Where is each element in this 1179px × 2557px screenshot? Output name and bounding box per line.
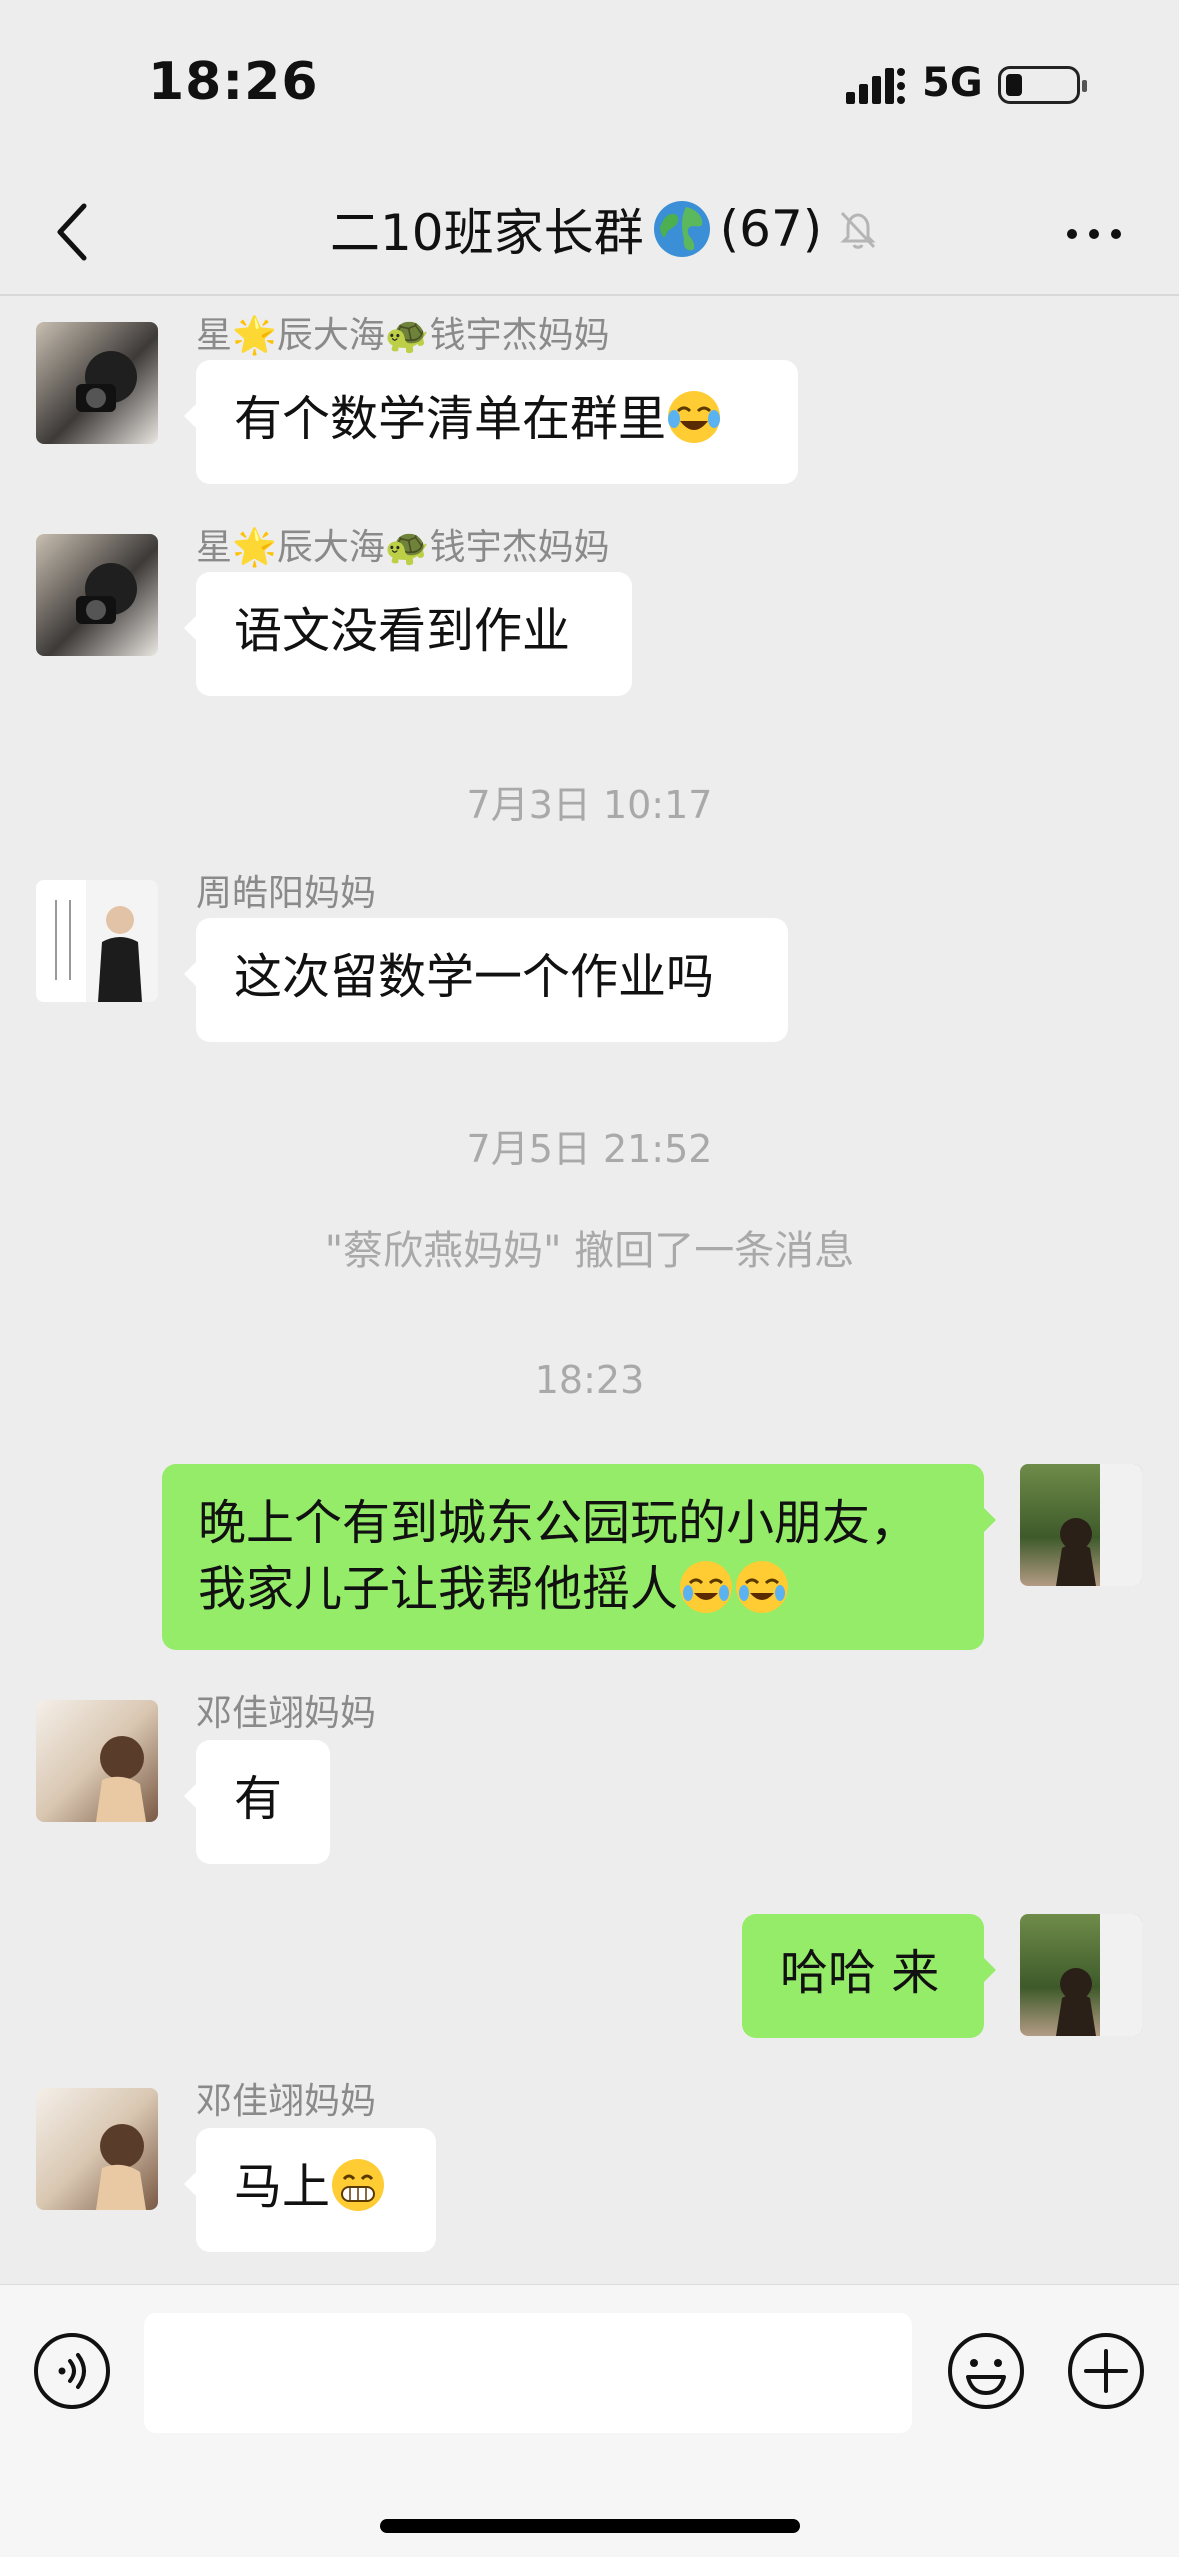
message-text: 马上 (234, 2159, 331, 2215)
message-input[interactable] (144, 2313, 912, 2433)
recall-notice: "蔡欣燕妈妈" 撤回了一条消息 (324, 1228, 855, 1274)
globe-icon (653, 201, 710, 257)
my-avatar[interactable] (1020, 1464, 1142, 1586)
avatar[interactable] (36, 2088, 158, 2210)
chevron-left-icon[interactable] (44, 200, 104, 264)
header-divider (0, 294, 1179, 296)
sender-name: 星🌟辰大海🐢钱宇杰妈妈 (196, 315, 610, 356)
avatar[interactable] (36, 1700, 158, 1822)
timestamp: 18:23 (534, 1358, 645, 1402)
chat-title-group: 二10班家长群 (67) (330, 194, 880, 264)
sender-name: 星🌟辰大海🐢钱宇杰妈妈 (196, 527, 610, 568)
voice-icon[interactable] (32, 2331, 112, 2411)
network-type: 5G (922, 60, 983, 106)
message-bubble[interactable]: 有 (184, 1740, 330, 1864)
plus-icon[interactable] (1066, 2331, 1146, 2411)
tears-of-joy-emoji-icon (668, 391, 721, 443)
signal-icon (846, 68, 905, 104)
message-bubble[interactable]: 哈哈 来 (742, 1914, 996, 2038)
crying-laughing-emoji-icon (680, 1561, 733, 1613)
home-indicator (380, 2519, 800, 2533)
message-bubble[interactable]: 这次留数学一个作业吗 (184, 918, 788, 1042)
member-count: (67) (719, 200, 823, 258)
chat-title: 二10班家长群 (330, 204, 644, 262)
message-text: 晚上个有到城东公园玩的小朋友，我家儿子让我帮他摇人 (198, 1495, 919, 1617)
message-bubble[interactable]: 语文没看到作业 (184, 572, 632, 696)
message-text: 有个数学清单在群里 (234, 391, 667, 447)
crying-laughing-emoji-icon (736, 1561, 789, 1613)
emoji-icon[interactable] (946, 2331, 1026, 2411)
status-time: 18:26 (148, 52, 319, 112)
message-bubble[interactable]: 马上 (184, 2128, 436, 2252)
message-bubble[interactable]: 晚上个有到城东公园玩的小朋友，我家儿子让我帮他摇人 (162, 1464, 996, 1650)
grinning-emoji-icon (332, 2159, 385, 2211)
battery-icon (998, 66, 1087, 104)
timestamp: 7月3日 10:17 (466, 783, 713, 827)
avatar[interactable] (36, 534, 158, 656)
my-avatar[interactable] (1020, 1914, 1142, 2036)
status-bar: 18:26 5G (0, 0, 1179, 170)
avatar[interactable] (36, 880, 158, 1002)
input-bar (0, 2284, 1179, 2557)
more-dots-icon[interactable] (1064, 224, 1124, 244)
sender-name: 邓佳翊妈妈 (196, 2081, 377, 2122)
mute-bell-icon (840, 211, 876, 249)
sender-name: 邓佳翊妈妈 (196, 1693, 377, 1734)
sender-name: 周皓阳妈妈 (196, 873, 377, 914)
message-bubble[interactable]: 有个数学清单在群里 (184, 360, 798, 484)
avatar[interactable] (36, 322, 158, 444)
chat-header: 二10班家长群 (67) (0, 170, 1179, 294)
timestamp: 7月5日 21:52 (466, 1127, 713, 1171)
